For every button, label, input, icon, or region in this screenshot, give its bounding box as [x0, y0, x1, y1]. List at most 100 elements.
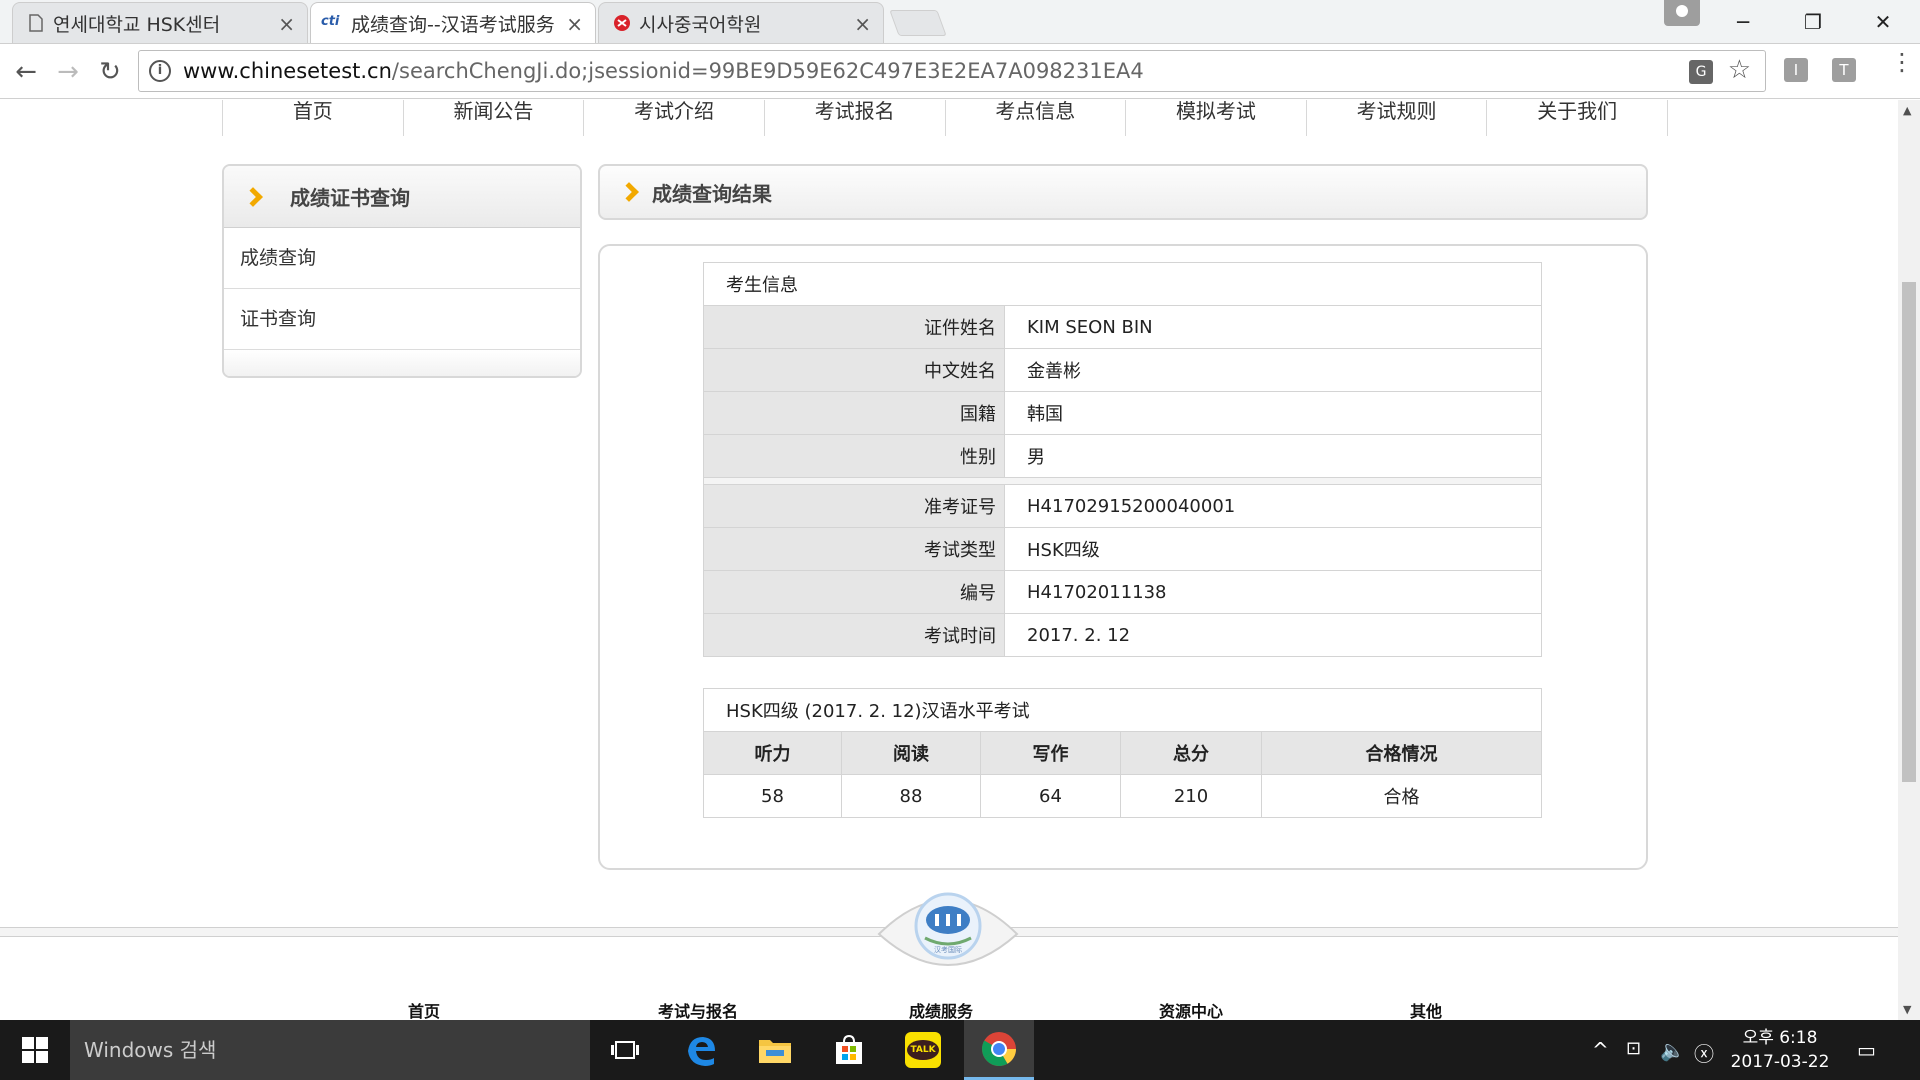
sidebar-title: 成绩证书查询 — [290, 186, 410, 210]
score-writing: 64 — [980, 774, 1121, 818]
nav-exam-intro[interactable]: 考试介绍 — [584, 100, 765, 136]
site-info-icon[interactable]: i — [149, 60, 171, 82]
chevron-up-icon[interactable]: ^ — [1592, 1038, 1609, 1062]
row-label: 考试时间 — [703, 613, 1005, 657]
system-clock[interactable]: 오후 6:18 2017-03-22 — [1720, 1026, 1840, 1074]
nav-news[interactable]: 新闻公告 — [404, 100, 585, 136]
chrome-icon[interactable] — [964, 1020, 1034, 1080]
score-certificate-sidebar: 成绩证书查询 成绩查询 证书查询 — [222, 164, 582, 378]
sidebar-item-score-query[interactable]: 成绩查询 — [224, 228, 580, 289]
sisa-logo-icon — [614, 15, 630, 31]
address-bar[interactable]: i www.chinesetest.cn/searchChengJi.do;js… — [138, 50, 1766, 92]
table-row: 中文姓名 金善彬 — [703, 348, 1542, 392]
kakaotalk-icon[interactable]: TALK — [888, 1020, 958, 1080]
extension-i-icon[interactable]: I — [1784, 58, 1808, 82]
scroll-down-arrow-icon[interactable]: ▼ — [1903, 1003, 1911, 1016]
nav-about-us[interactable]: 关于我们 — [1487, 100, 1668, 136]
minimize-button[interactable]: ─ — [1714, 0, 1772, 44]
page-scrollbar[interactable]: ▲ ▼ — [1898, 100, 1920, 1020]
tab-title: 시사중국어학원 — [639, 13, 762, 36]
start-button[interactable] — [0, 1020, 70, 1080]
table-row: 国籍 韩国 — [703, 391, 1542, 435]
edge-browser-icon[interactable] — [666, 1020, 736, 1080]
row-label: 编号 — [703, 570, 1005, 614]
reload-icon[interactable]: ↻ — [92, 54, 128, 90]
extension-t-icon[interactable]: T — [1832, 58, 1856, 82]
file-explorer-icon[interactable] — [740, 1020, 810, 1080]
network-icon[interactable]: ⊡ — [1626, 1038, 1641, 1059]
windows-taskbar: Windows 검색 TALK ^ ⊡ 🔈 ⓧ 오후 6:18 2017-03-… — [0, 1020, 1920, 1080]
sidebar-item-certificate-query[interactable]: 证书查询 — [224, 289, 580, 350]
sidebar-footer — [224, 350, 580, 376]
hanban-emblem-icon: 汉考国际 — [877, 892, 1019, 966]
nav-home[interactable]: 首页 — [222, 100, 404, 136]
tab-title: 연세대학교 HSK센터 — [53, 13, 221, 36]
task-view-icon[interactable] — [590, 1020, 660, 1080]
tab-yonsei-hsk[interactable]: 연세대학교 HSK센터 × — [12, 2, 308, 43]
nav-mock-test[interactable]: 模拟考试 — [1126, 100, 1307, 136]
url-text[interactable]: www.chinesetest.cn/searchChengJi.do;jses… — [183, 59, 1144, 83]
browser-toolbar: ← → ↻ i www.chinesetest.cn/searchChengJi… — [0, 44, 1920, 99]
bookmark-star-icon[interactable]: ☆ — [1728, 55, 1751, 85]
pass-status: 合格 — [1261, 774, 1542, 818]
notification-center-icon[interactable]: ▭ — [1857, 1038, 1876, 1062]
restore-button[interactable]: ❐ — [1784, 0, 1842, 44]
result-title: 成绩查询结果 — [652, 181, 772, 206]
store-icon[interactable] — [814, 1020, 884, 1080]
footer-link-home[interactable]: 首页 — [408, 998, 440, 1020]
score-header-row: 听力 阅读 写作 总分 合格情况 — [703, 731, 1542, 775]
header-writing: 写作 — [980, 731, 1121, 775]
disconnected-icon[interactable]: ⓧ — [1694, 1038, 1714, 1067]
cti-favicon-icon: cti — [321, 14, 340, 29]
close-window-button[interactable]: ✕ — [1854, 0, 1912, 44]
row-value: 韩国 — [1004, 391, 1542, 435]
back-arrow-icon[interactable]: ← — [8, 54, 44, 90]
table-row: 编号 H41702011138 — [703, 570, 1542, 614]
table-row: 准考证号 H41702915200040001 — [703, 484, 1542, 528]
footer-link-other[interactable]: 其他 — [1410, 998, 1442, 1020]
row-value: 金善彬 — [1004, 348, 1542, 392]
tab-chengji[interactable]: cti 成绩查询--汉语考试服务 × — [310, 2, 596, 43]
nav-exam-rules[interactable]: 考试规则 — [1307, 100, 1488, 136]
browser-menu-icon[interactable]: ⋮ — [1890, 50, 1914, 74]
svg-text:汉考国际: 汉考国际 — [934, 945, 962, 954]
profile-icon[interactable] — [1664, 0, 1700, 26]
translate-icon[interactable]: G — [1689, 60, 1713, 84]
row-label: 国籍 — [703, 391, 1005, 435]
forward-arrow-icon[interactable]: → — [50, 54, 86, 90]
row-value: KIM SEON BIN — [1004, 305, 1542, 349]
nav-test-centers[interactable]: 考点信息 — [946, 100, 1127, 136]
score-listening: 58 — [703, 774, 842, 818]
taskbar-search-box[interactable]: Windows 검색 — [70, 1020, 590, 1080]
header-reading: 阅读 — [841, 731, 981, 775]
row-label: 性别 — [703, 434, 1005, 478]
volume-icon[interactable]: 🔈 — [1660, 1038, 1685, 1062]
tab-close-icon[interactable]: × — [854, 12, 871, 36]
sidebar-header: 成绩证书查询 — [224, 166, 580, 228]
new-tab-button[interactable] — [889, 10, 947, 36]
footer-link-resource-center[interactable]: 资源中心 — [1159, 998, 1223, 1020]
row-value: HSK四级 — [1004, 527, 1542, 571]
score-reading: 88 — [841, 774, 981, 818]
scroll-up-arrow-icon[interactable]: ▲ — [1903, 104, 1911, 117]
windows-logo-icon — [22, 1037, 48, 1063]
header-total: 总分 — [1120, 731, 1262, 775]
row-separator — [703, 477, 1542, 485]
row-label: 考试类型 — [703, 527, 1005, 571]
tab-close-icon[interactable]: × — [278, 12, 295, 36]
row-value: 2017. 2. 12 — [1004, 613, 1542, 657]
score-value-row: 58 88 64 210 合格 — [703, 774, 1542, 818]
candidate-info-table: 考生信息 证件姓名 KIM SEON BIN 中文姓名 金善彬 国籍 韩国 性别男 准… — [703, 262, 1542, 657]
row-label: 准考证号 — [703, 484, 1005, 528]
chevron-right-icon — [243, 186, 263, 207]
clock-time: 오후 6:18 — [1742, 1028, 1818, 1048]
header-pass-status: 合格情况 — [1261, 731, 1542, 775]
footer-link-exam-registration[interactable]: 考试与报名 — [658, 998, 738, 1020]
footer-link-score-service[interactable]: 成绩服务 — [909, 998, 973, 1020]
nav-registration[interactable]: 考试报名 — [765, 100, 946, 136]
tab-sisa[interactable]: 시사중국어학원 × — [598, 2, 884, 43]
tab-title: 成绩查询--汉语考试服务 — [351, 13, 555, 36]
tab-close-icon[interactable]: × — [566, 12, 583, 36]
header-listening: 听力 — [703, 731, 842, 775]
scrollbar-thumb[interactable] — [1902, 282, 1916, 782]
